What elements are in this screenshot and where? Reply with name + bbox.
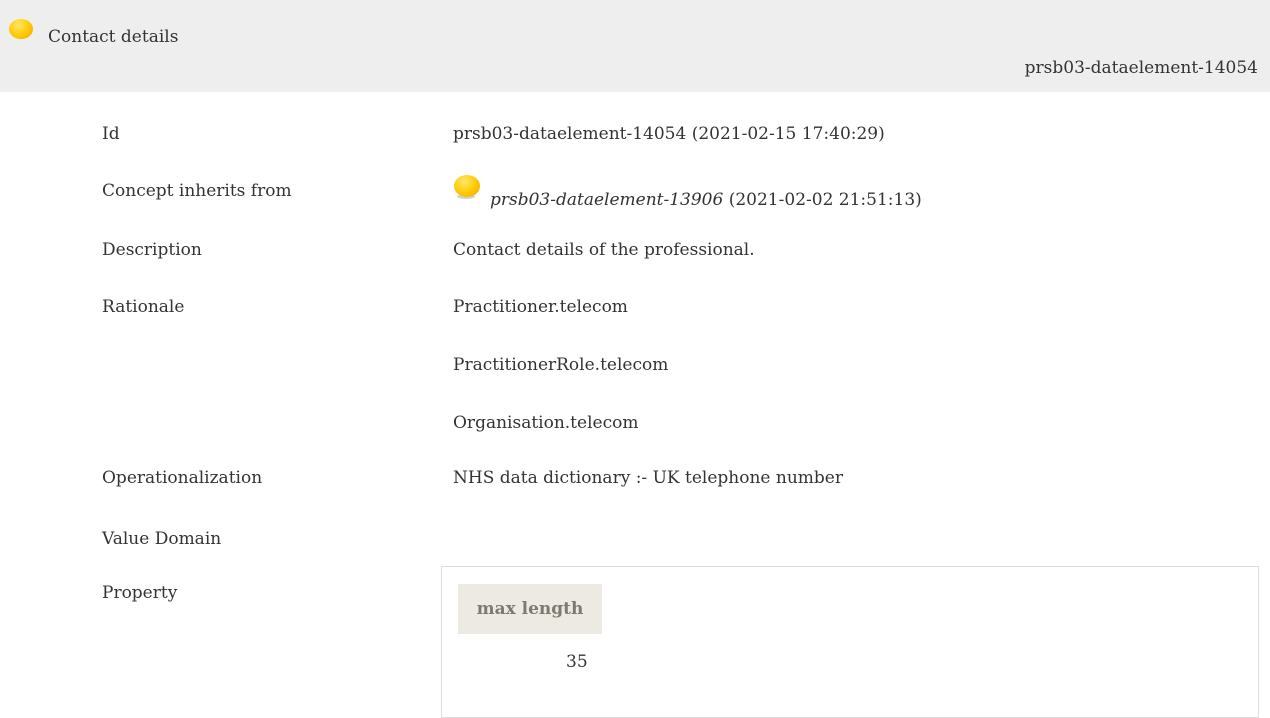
property-label: Property xyxy=(102,583,178,603)
rationale-value-2: PractitionerRole.telecom xyxy=(453,355,669,375)
max-length-value: 35 xyxy=(566,652,588,672)
max-length-header: max length xyxy=(458,584,602,634)
inherits-label: Concept inherits from xyxy=(102,181,292,201)
inherits-status-icon xyxy=(454,175,480,199)
inherits-date: (2021-02-02 21:51:13) xyxy=(723,190,922,210)
id-value: prsb03-dataelement-14054 (2021-02-15 17:… xyxy=(453,124,885,144)
status-circle-icon xyxy=(9,19,33,41)
operationalization-value: NHS data dictionary :- UK telephone numb… xyxy=(453,468,843,488)
concept-id: prsb03-dataelement-14054 xyxy=(1024,58,1258,78)
concept-header: Contact details prsb03-dataelement-14054 xyxy=(0,0,1270,92)
description-value: Contact details of the professional. xyxy=(453,240,755,260)
rationale-label: Rationale xyxy=(102,297,185,317)
inherits-link[interactable]: prsb03-dataelement-13906 xyxy=(490,190,723,210)
rationale-value-1: Practitioner.telecom xyxy=(453,297,628,317)
value-domain-label: Value Domain xyxy=(102,529,222,549)
inherits-value: prsb03-dataelement-13906 (2021-02-02 21:… xyxy=(490,190,922,210)
rationale-value-3: Organisation.telecom xyxy=(453,413,639,433)
id-label: Id xyxy=(102,124,120,144)
property-table: max length 35 xyxy=(441,566,1259,718)
description-label: Description xyxy=(102,240,202,260)
concept-title: Contact details xyxy=(48,27,179,47)
operationalization-label: Operationalization xyxy=(102,468,263,488)
